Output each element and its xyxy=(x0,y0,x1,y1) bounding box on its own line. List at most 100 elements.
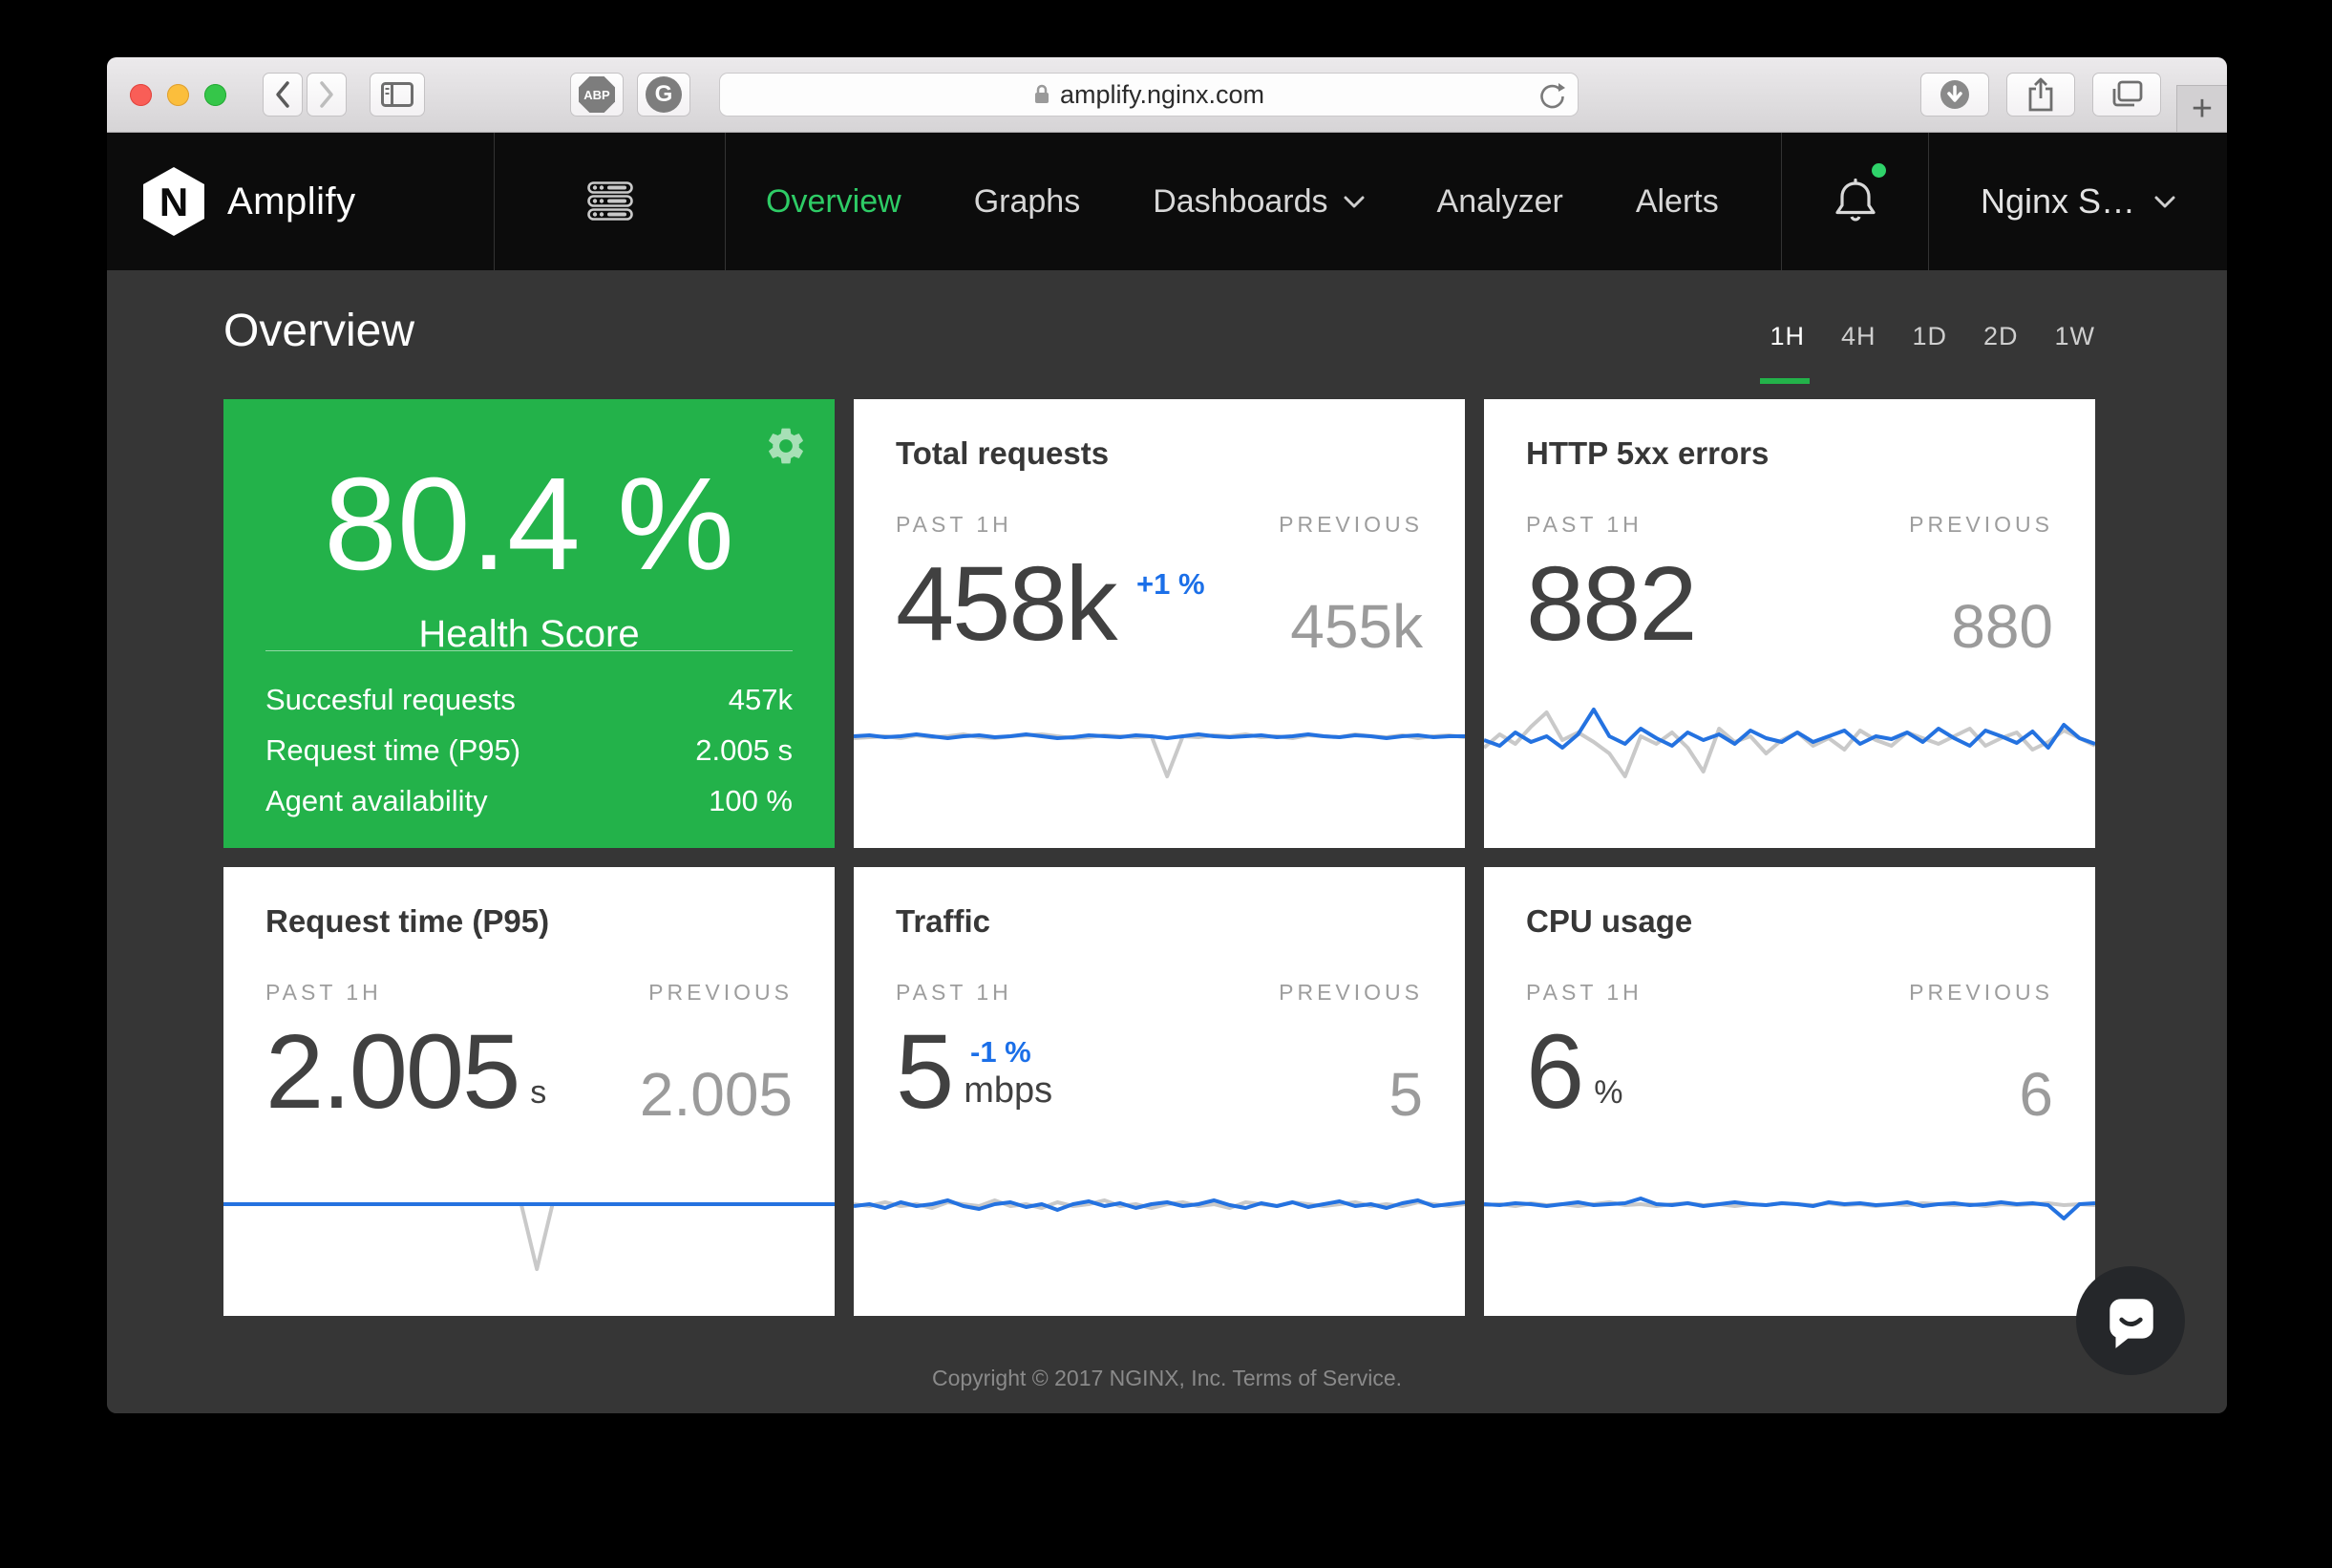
url-text: amplify.nginx.com xyxy=(1060,80,1264,110)
sidebar-toggle-button[interactable] xyxy=(370,73,425,117)
range-tab-1h[interactable]: 1H xyxy=(1770,322,1805,357)
card-grid: 80.4 % Health Score Succesful requests 4… xyxy=(223,399,2095,1316)
chat-bubble-icon xyxy=(2101,1291,2160,1350)
chevron-left-icon xyxy=(273,80,292,109)
window-controls xyxy=(130,84,226,106)
sparkline-chart xyxy=(854,686,1465,848)
sparkline-chart xyxy=(854,1154,1465,1316)
metric-value: 6 xyxy=(1526,1020,1582,1125)
menu-item-dashboards[interactable]: Dashboards xyxy=(1153,183,1364,221)
metric-value: 5 xyxy=(896,1020,952,1125)
previous-value: 2.005 xyxy=(640,1064,793,1125)
previous-value: 880 xyxy=(1951,596,2053,657)
metric-value: 882 xyxy=(1526,552,1696,657)
brand[interactable]: N Amplify xyxy=(107,167,494,236)
metric-value-row: 882 xyxy=(1526,552,1696,657)
minimize-window-button[interactable] xyxy=(167,84,189,106)
past-period-label: PAST 1H xyxy=(896,980,1012,1006)
address-bar[interactable]: amplify.nginx.com xyxy=(719,73,1579,117)
card-http-5xx-errors: HTTP 5xx errors PAST 1H PREVIOUS 882 880 xyxy=(1484,399,2095,848)
new-tab-button[interactable]: + xyxy=(2176,85,2227,132)
health-score-value: 80.4 % xyxy=(223,458,835,590)
forward-button[interactable] xyxy=(307,73,347,117)
chat-widget-button[interactable] xyxy=(2076,1266,2185,1375)
brand-name: Amplify xyxy=(227,180,356,223)
previous-period-label: PREVIOUS xyxy=(1279,512,1423,538)
menu-item-alerts[interactable]: Alerts xyxy=(1636,183,1719,221)
account-name: Nginx S… xyxy=(1981,181,2135,222)
time-range-tabs: 1H 4H 1D 2D 1W xyxy=(1770,322,2095,357)
chevron-down-icon xyxy=(2154,196,2175,208)
card-title: CPU usage xyxy=(1526,903,1692,940)
stat-value: 100 % xyxy=(709,775,793,826)
screen: ABP G amplify.nginx.com xyxy=(0,0,2332,1568)
menu-item-analyzer[interactable]: Analyzer xyxy=(1437,183,1563,221)
back-button[interactable] xyxy=(263,73,303,117)
notifications-button[interactable] xyxy=(1781,133,1929,270)
browser-toolbar: ABP G amplify.nginx.com xyxy=(107,57,2227,133)
past-period-label: PAST 1H xyxy=(1526,980,1643,1006)
close-window-button[interactable] xyxy=(130,84,152,106)
adblock-extension-button[interactable]: ABP xyxy=(570,73,624,117)
stat-label: Agent availability xyxy=(265,775,488,826)
account-menu[interactable]: Nginx S… xyxy=(1929,181,2227,222)
delta-badge: +1 % xyxy=(1136,567,1205,602)
chevron-down-icon xyxy=(1344,196,1365,208)
card-title: Request time (P95) xyxy=(265,903,549,940)
lock-icon xyxy=(1033,83,1050,106)
reload-icon[interactable] xyxy=(1537,81,1566,110)
tab-overview-button[interactable] xyxy=(2092,73,2161,117)
downloads-button[interactable] xyxy=(1920,73,1989,117)
previous-value: 5 xyxy=(1389,1064,1423,1125)
health-stat-row: Agent availability 100 % xyxy=(265,775,793,826)
nginx-logo-icon: N xyxy=(143,167,204,236)
sparkline-chart xyxy=(223,1154,835,1316)
metric-value-row: 6 % xyxy=(1526,1020,1622,1125)
metric-value-row: 2.005 s xyxy=(265,1020,546,1125)
range-tab-1w[interactable]: 1W xyxy=(2055,322,2096,357)
metric-value: 458k xyxy=(896,552,1116,657)
previous-period-label: PREVIOUS xyxy=(1909,980,2053,1006)
metric-unit: s xyxy=(530,1074,546,1112)
menu-item-label: Graphs xyxy=(974,183,1081,221)
health-stats: Succesful requests 457k Request time (P9… xyxy=(265,674,793,826)
range-tab-4h[interactable]: 4H xyxy=(1841,322,1876,357)
menu-item-overview[interactable]: Overview xyxy=(766,183,901,221)
abp-icon: ABP xyxy=(579,76,615,113)
tabs-icon xyxy=(2110,80,2143,109)
server-rack-icon xyxy=(587,181,633,222)
metric-unit: mbps xyxy=(964,1070,1052,1112)
svg-text:N: N xyxy=(159,180,188,224)
card-title: Total requests xyxy=(896,435,1109,472)
divider xyxy=(265,650,793,651)
previous-period-label: PREVIOUS xyxy=(1909,512,2053,538)
health-stat-row: Request time (P95) 2.005 s xyxy=(265,725,793,775)
card-cpu-usage: CPU usage PAST 1H PREVIOUS 6 % 6 xyxy=(1484,867,2095,1316)
delta-badge: -1 % xyxy=(970,1035,1031,1070)
main-menu: Overview Graphs Dashboards Analyzer Aler… xyxy=(726,183,1781,221)
sidebar-icon xyxy=(381,82,413,107)
share-button[interactable] xyxy=(2006,73,2075,117)
previous-period-label: PREVIOUS xyxy=(1279,980,1423,1006)
grammarly-extension-button[interactable]: G xyxy=(637,73,690,117)
g-icon: G xyxy=(646,76,682,113)
menu-item-graphs[interactable]: Graphs xyxy=(974,183,1081,221)
past-period-label: PAST 1H xyxy=(896,512,1012,538)
zoom-window-button[interactable] xyxy=(204,84,226,106)
systems-button[interactable] xyxy=(494,133,726,270)
metric-value-row: 458k xyxy=(896,552,1116,657)
range-tab-2d[interactable]: 2D xyxy=(1983,322,2019,357)
card-request-time: Request time (P95) PAST 1H PREVIOUS 2.00… xyxy=(223,867,835,1316)
menu-item-label: Overview xyxy=(766,183,901,221)
menu-item-label: Alerts xyxy=(1636,183,1719,221)
past-period-label: PAST 1H xyxy=(1526,512,1643,538)
card-title: HTTP 5xx errors xyxy=(1526,435,1769,472)
app-navbar: N Amplify xyxy=(107,133,2227,270)
sparkline-chart xyxy=(1484,1154,2095,1316)
stat-label: Succesful requests xyxy=(265,674,516,725)
card-title: Traffic xyxy=(896,903,990,940)
stat-value: 457k xyxy=(729,674,793,725)
metric-value: 2.005 xyxy=(265,1020,519,1125)
range-tab-1d[interactable]: 1D xyxy=(1912,322,1947,357)
page-title: Overview xyxy=(223,305,414,357)
